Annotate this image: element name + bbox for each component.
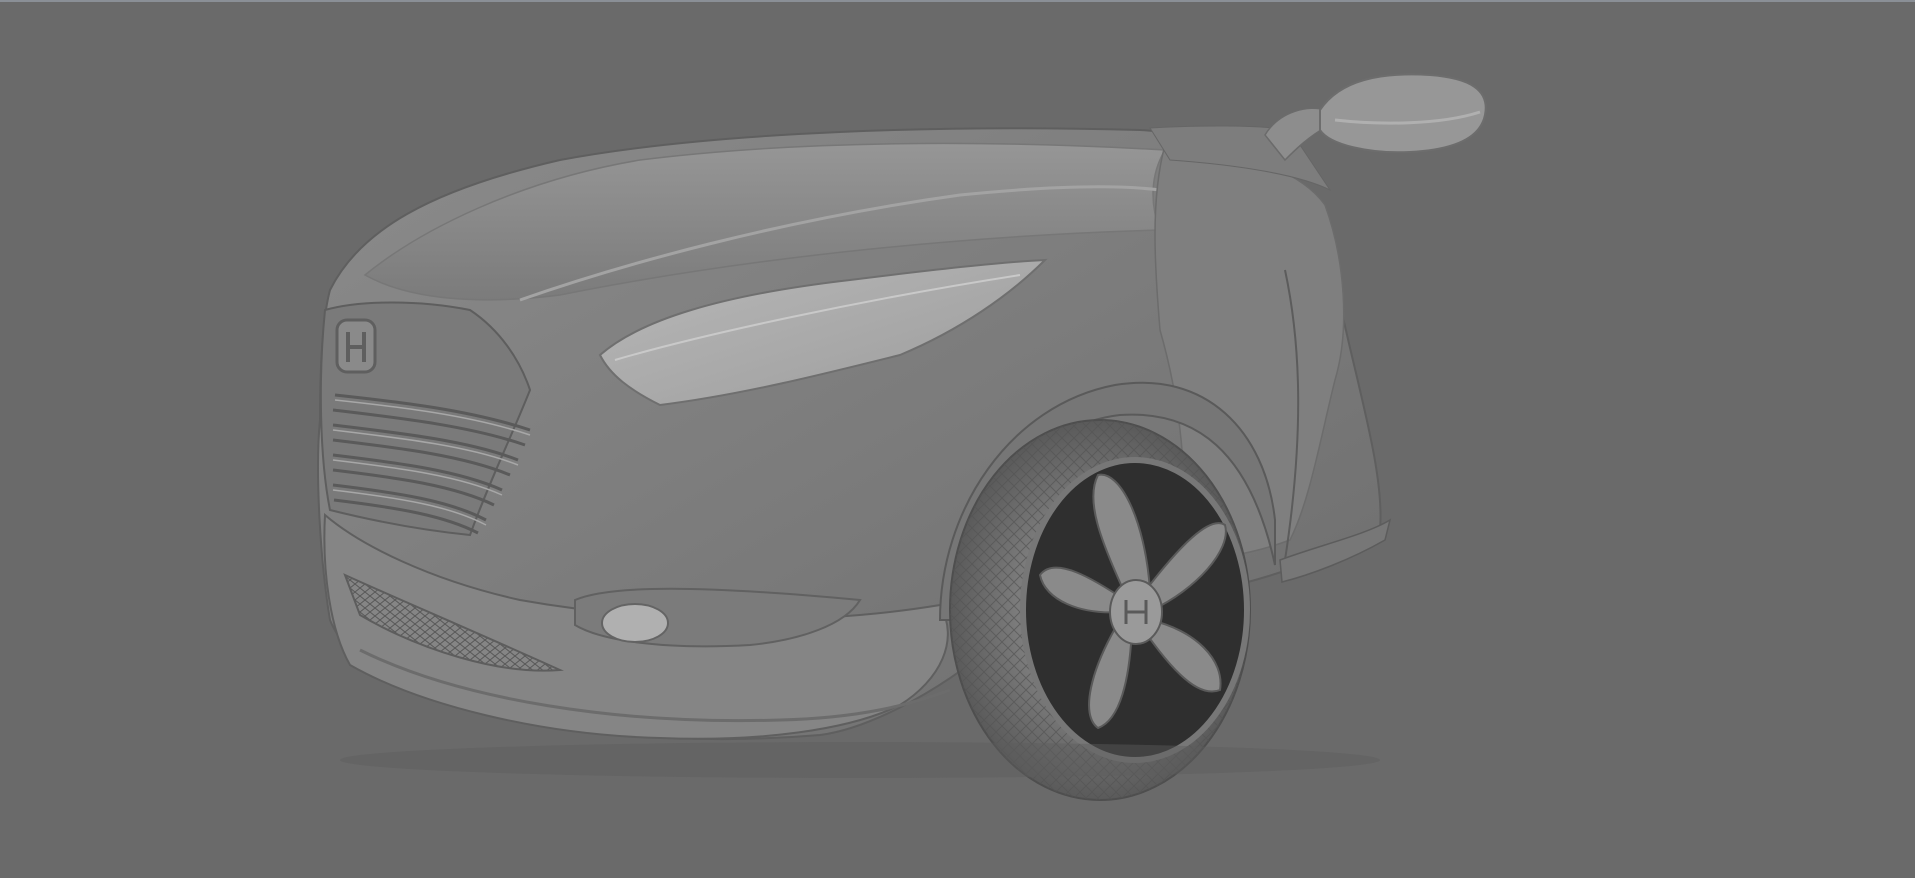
- 3d-viewport[interactable]: [0, 0, 1915, 878]
- ground-shadow: [340, 742, 1380, 778]
- brand-emblem: [335, 318, 377, 374]
- side-mirror: [1264, 73, 1487, 162]
- car-model-render[interactable]: [0, 0, 1915, 878]
